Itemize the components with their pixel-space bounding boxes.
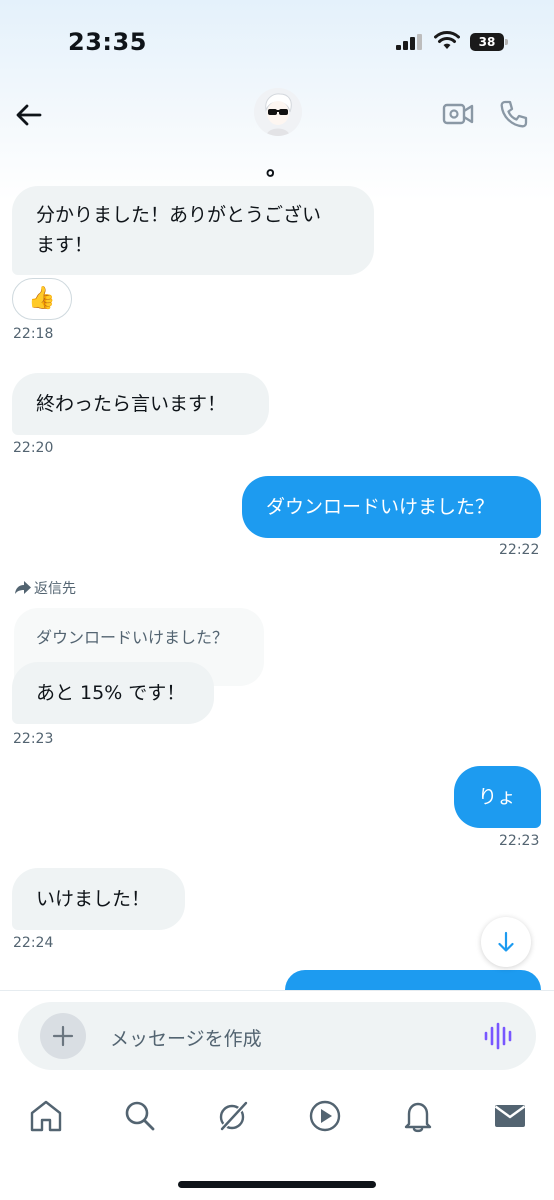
reply-label: 返信先 bbox=[34, 581, 76, 597]
message-text: りょ bbox=[478, 786, 517, 808]
phone-call-icon[interactable] bbox=[498, 98, 530, 130]
notifications-icon[interactable] bbox=[400, 1098, 436, 1134]
grok-icon[interactable] bbox=[215, 1098, 251, 1134]
home-indicator bbox=[178, 1181, 376, 1188]
message-text-line: 分かりました！ありがとうござい bbox=[36, 204, 322, 226]
message-text: いけました！ bbox=[36, 888, 151, 910]
message-bubble[interactable]: あと 15% です！ bbox=[12, 662, 214, 724]
message-bubble[interactable]: りょ bbox=[454, 766, 541, 828]
plus-icon bbox=[52, 1025, 74, 1047]
add-media-button[interactable] bbox=[40, 1013, 86, 1059]
thumbs-up-icon: 👍 bbox=[28, 286, 56, 311]
message-bubble[interactable]: 終わったら言います！ bbox=[12, 373, 269, 435]
status-time: 23:35 bbox=[68, 28, 147, 56]
message-timestamp: 22:23 bbox=[13, 731, 54, 747]
search-icon[interactable] bbox=[122, 1098, 158, 1134]
composer-divider bbox=[0, 990, 554, 991]
message-text: あと 15% です！ bbox=[36, 682, 186, 704]
voice-message-icon[interactable] bbox=[482, 1020, 514, 1052]
arrow-down-icon bbox=[498, 931, 514, 952]
message-timestamp: 22:24 bbox=[13, 935, 54, 951]
message-bubble[interactable]: いけました！ bbox=[12, 868, 185, 930]
message-composer: メッセージを作成 bbox=[18, 1002, 536, 1070]
avatar-image bbox=[254, 88, 302, 136]
status-bar: 23:35 38 bbox=[0, 0, 554, 80]
message-bubble[interactable]: ダウンロードいけました？ bbox=[242, 476, 541, 538]
message-timestamp: 22:23 bbox=[499, 833, 540, 849]
message-bubble[interactable]: 分かりました！ありがとうござい ます！ bbox=[12, 186, 374, 275]
signal-icon bbox=[396, 34, 422, 50]
message-timestamp: 22:20 bbox=[13, 440, 54, 456]
reply-indicator: 返信先 bbox=[14, 578, 76, 598]
message-text-line: ます！ bbox=[36, 234, 94, 256]
battery-icon: 38 bbox=[470, 33, 508, 51]
contact-avatar[interactable] bbox=[254, 88, 302, 136]
message-bubble-partial[interactable] bbox=[285, 970, 541, 990]
video-call-icon[interactable] bbox=[442, 98, 474, 130]
message-text: 終わったら言います！ bbox=[36, 393, 227, 415]
battery-level: 38 bbox=[478, 35, 496, 49]
message-timestamp: 22:18 bbox=[13, 326, 54, 342]
reply-arrow-icon bbox=[15, 581, 31, 594]
quoted-text: ダウンロードいけました？ bbox=[36, 628, 229, 647]
scroll-to-bottom-button[interactable] bbox=[481, 917, 531, 967]
reaction-badge[interactable]: 👍 bbox=[12, 278, 72, 320]
contact-name: 。 bbox=[265, 156, 288, 181]
battery-nub bbox=[505, 39, 508, 45]
back-arrow-icon[interactable] bbox=[12, 98, 46, 132]
home-icon[interactable] bbox=[28, 1098, 64, 1134]
message-timestamp: 22:22 bbox=[499, 542, 540, 558]
message-input[interactable]: メッセージを作成 bbox=[110, 1024, 262, 1051]
wifi-icon bbox=[434, 31, 460, 49]
video-icon[interactable] bbox=[307, 1098, 343, 1134]
messages-icon[interactable] bbox=[492, 1098, 528, 1134]
message-text: ダウンロードいけました？ bbox=[266, 496, 495, 518]
